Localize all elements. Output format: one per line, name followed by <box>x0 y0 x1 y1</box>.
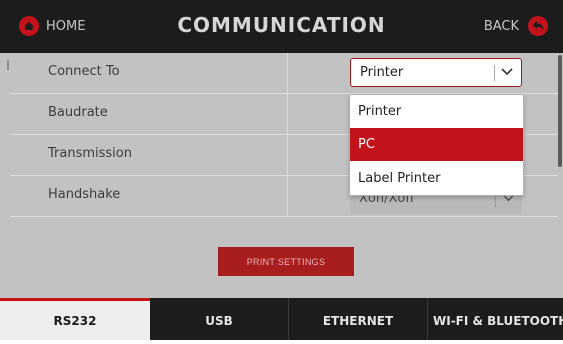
chevron-down-icon <box>501 68 513 76</box>
back-label: BACK <box>483 18 519 34</box>
back-button[interactable]: BACK <box>484 15 549 37</box>
handshake-label: Handshake <box>48 187 121 202</box>
scrollbar[interactable] <box>558 55 562 167</box>
baudrate-label: Baudrate <box>48 105 108 120</box>
print-settings-button[interactable]: PRINT SETTINGS <box>218 247 354 276</box>
option-label: Label Printer <box>358 171 441 186</box>
option-label: Printer <box>358 104 402 119</box>
row-divider <box>287 135 288 175</box>
row-divider <box>287 176 288 216</box>
header-bar: HOME COMMUNICATION BACK <box>0 0 563 53</box>
row-divider <box>287 94 288 134</box>
tab-ethernet[interactable]: ETHERNET <box>289 298 427 340</box>
option-label: PC <box>358 137 375 152</box>
connect-to-value: Printer <box>360 65 404 80</box>
row-divider <box>287 53 288 93</box>
connect-to-select[interactable]: Printer <box>350 58 522 87</box>
transmission-label: Transmission <box>48 146 132 161</box>
dropdown-option-label-printer[interactable]: Label Printer <box>350 162 523 195</box>
page-title: COMMUNICATION <box>177 13 386 37</box>
tab-usb[interactable]: USB <box>150 298 288 340</box>
tab-wifi-bluetooth[interactable]: WI-FI & BLUETOOTH <box>428 298 563 340</box>
tab-rs232[interactable]: RS232 <box>0 298 150 340</box>
select-separator <box>494 65 495 81</box>
dropdown-option-printer[interactable]: Printer <box>350 95 523 128</box>
panel-edge-marker <box>7 60 9 70</box>
connect-to-dropdown: Printer PC Label Printer <box>349 94 524 196</box>
tab-bar: RS232 USB ETHERNET WI-FI & BLUETOOTH <box>0 298 563 340</box>
dropdown-option-pc[interactable]: PC <box>350 128 523 161</box>
connect-to-label: Connect To <box>48 64 120 79</box>
back-arrow-icon <box>528 16 548 36</box>
